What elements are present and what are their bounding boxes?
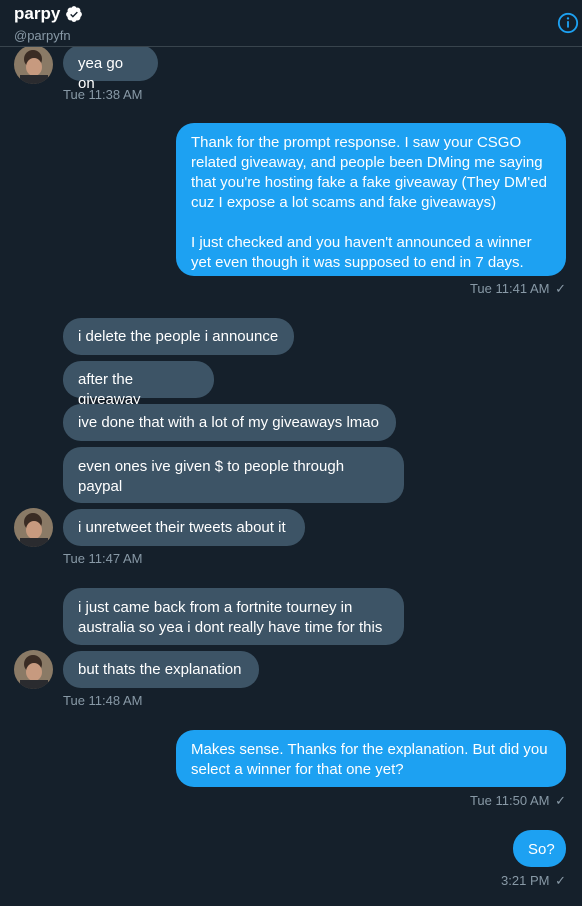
message-text: Thank for the prompt response. I saw you… [191, 134, 547, 271]
verified-badge-icon [66, 6, 83, 22]
message-bubble-outgoing[interactable]: Thank for the prompt response. I saw you… [176, 123, 566, 276]
contact-name: parpy [14, 4, 61, 23]
message-timestamp: Tue 11:47 AM [63, 551, 143, 566]
message-text: Makes sense. Thanks for the explanation.… [191, 741, 548, 778]
message-bubble-incoming[interactable]: i unretweet their tweets about it [63, 509, 305, 546]
avatar[interactable] [14, 650, 53, 689]
conversation-title[interactable]: parpy [14, 4, 83, 24]
message-bubble-incoming[interactable]: ive done that with a lot of my giveaways… [63, 404, 396, 441]
message-text: after the giveaway [78, 371, 141, 408]
message-text: i just came back from a fortnite tourney… [78, 599, 383, 636]
message-bubble-incoming[interactable]: yea go on [63, 45, 158, 92]
checkmark-icon: ✓ [555, 873, 566, 888]
message-text: ive done that with a lot of my giveaways… [78, 414, 379, 431]
info-icon[interactable] [557, 12, 579, 34]
message-text: even ones ive given $ to people through … [78, 458, 345, 495]
message-timestamp: Tue 11:38 AM [63, 87, 143, 102]
message-bubble-outgoing[interactable]: Makes sense. Thanks for the explanation.… [176, 730, 566, 787]
message-bubble-incoming[interactable]: but thats the explanation [63, 651, 259, 688]
message-bubble-incoming[interactable]: even ones ive given $ to people through … [63, 447, 404, 503]
message-text: i unretweet their tweets about it [78, 519, 286, 536]
message-timestamp: Tue 11:48 AM [63, 693, 143, 708]
message-timestamp: Tue 11:41 AM ✓ [469, 281, 566, 296]
message-bubble-outgoing[interactable]: So? [513, 830, 566, 867]
checkmark-icon: ✓ [555, 281, 566, 296]
checkmark-icon: ✓ [555, 793, 566, 808]
message-bubble-incoming[interactable]: i just came back from a fortnite tourney… [63, 588, 404, 645]
avatar[interactable] [14, 45, 53, 84]
message-bubble-incoming[interactable]: after the giveaway [63, 361, 214, 408]
conversation-header: parpy @parpyfn [0, 0, 582, 47]
message-text: So? [528, 841, 555, 858]
message-text: but thats the explanation [78, 661, 242, 678]
avatar[interactable] [14, 508, 53, 547]
message-timestamp: 3:21 PM ✓ [501, 873, 566, 888]
message-text: i delete the people i announce [78, 328, 279, 345]
contact-handle: @parpyfn [14, 28, 71, 43]
message-timestamp: Tue 11:50 AM ✓ [469, 793, 566, 808]
message-bubble-incoming[interactable]: i delete the people i announce [63, 318, 294, 355]
